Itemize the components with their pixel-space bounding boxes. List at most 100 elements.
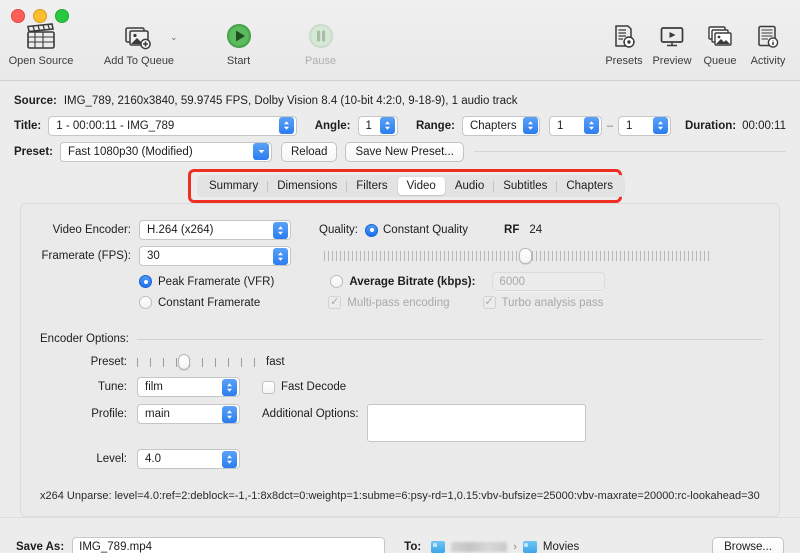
level-select[interactable]: 4.0 [137, 449, 240, 469]
presets-button[interactable]: Presets [600, 20, 648, 67]
range-start-select[interactable]: 1 [549, 116, 602, 136]
constant-quality-label: Constant Quality [383, 224, 468, 236]
save-as-input[interactable]: IMG_789.mp4 [72, 537, 385, 553]
constant-framerate-row: Constant Framerate Multi-pass encoding T… [37, 296, 763, 309]
breadcrumb-separator: › [513, 541, 517, 553]
activity-log-icon [755, 20, 781, 54]
range-end-value: 1 [626, 120, 632, 132]
queue-label: Queue [703, 55, 736, 67]
average-bitrate-radio[interactable] [330, 275, 343, 288]
constant-framerate-radio[interactable] [139, 296, 152, 309]
title-row: Title: 1 - 00:00:11 - IMG_789 Angle: 1 R… [14, 113, 786, 138]
x264-preset-slider-ticks [137, 358, 255, 367]
tab-dimensions[interactable]: Dimensions [268, 177, 346, 195]
tab-summary[interactable]: Summary [200, 177, 267, 195]
tab-filters-label: Filters [356, 180, 387, 192]
duration-label: Duration: [685, 120, 736, 132]
angle-select[interactable]: 1 [358, 116, 398, 136]
tab-subtitles[interactable]: Subtitles [494, 177, 556, 195]
tab-subtitles-label: Subtitles [503, 180, 547, 192]
peak-framerate-label: Peak Framerate (VFR) [158, 276, 274, 288]
tab-chapters-label: Chapters [566, 180, 613, 192]
angle-stepper-icon[interactable] [380, 117, 395, 134]
framerate-stepper-icon[interactable] [273, 248, 288, 265]
x264-preset-slider-thumb[interactable] [178, 354, 190, 370]
additional-options-input[interactable] [367, 404, 586, 442]
add-to-queue-icon [124, 20, 154, 54]
tab-video[interactable]: Video [398, 177, 445, 195]
add-to-queue-button[interactable]: Add To Queue [102, 20, 176, 67]
tab-dimensions-label: Dimensions [277, 180, 337, 192]
video-encoder-select[interactable]: H.264 (x264) [139, 220, 291, 240]
x264-preset-row: Preset: fast [37, 354, 763, 370]
profile-select[interactable]: main [137, 404, 240, 424]
tab-filters[interactable]: Filters [347, 177, 396, 195]
breadcrumb-movies-label: Movies [543, 541, 579, 553]
add-to-queue-chevron-down-icon[interactable]: ⌄ [170, 32, 178, 43]
queue-stack-icon [707, 20, 733, 54]
source-info-rows: Source: IMG_789, 2160x3840, 59.9745 FPS,… [0, 81, 800, 165]
preview-monitor-icon [659, 20, 685, 54]
presets-label: Presets [605, 55, 642, 67]
handbrake-window: Open Source Add To Queue [0, 0, 800, 553]
x264-preset-value: fast [266, 356, 285, 368]
save-as-value: IMG_789.mp4 [79, 541, 152, 553]
activity-button[interactable]: Activity [744, 20, 792, 67]
framerate-value: 30 [147, 250, 160, 262]
open-source-button[interactable]: Open Source [4, 20, 78, 67]
framerate-select[interactable]: 30 [139, 246, 291, 266]
tune-select[interactable]: film [137, 377, 240, 397]
range-end-select[interactable]: 1 [618, 116, 671, 136]
preset-chevron-down-icon[interactable] [253, 143, 269, 160]
range-type-stepper-icon[interactable] [523, 117, 538, 134]
preset-label: Preset: [14, 146, 53, 158]
tab-summary-label: Summary [209, 180, 258, 192]
title-select[interactable]: 1 - 00:00:11 - IMG_789 [48, 116, 296, 136]
title-value: 1 - 00:00:11 - IMG_789 [56, 120, 174, 132]
reload-button[interactable]: Reload [281, 142, 337, 162]
range-end-stepper-icon[interactable] [653, 117, 668, 134]
profile-stepper-icon[interactable] [222, 406, 237, 423]
rf-slider[interactable] [324, 248, 711, 264]
level-label: Level: [37, 453, 127, 465]
rf-slider-thumb[interactable] [519, 248, 532, 264]
range-start-value: 1 [557, 120, 563, 132]
range-dash: – [607, 120, 613, 132]
browse-button[interactable]: Browse... [712, 537, 784, 553]
tune-row: Tune: film Fast Decode [37, 377, 763, 397]
encoder-options-divider [137, 339, 763, 340]
constant-framerate-label: Constant Framerate [158, 297, 260, 309]
turbo-analysis-checkbox [483, 296, 496, 309]
tune-stepper-icon[interactable] [222, 379, 237, 396]
level-stepper-icon[interactable] [222, 451, 237, 468]
toolbar: Open Source Add To Queue [0, 0, 800, 81]
angle-label: Angle: [315, 120, 351, 132]
preset-select[interactable]: Fast 1080p30 (Modified) [60, 142, 272, 162]
fast-decode-checkbox[interactable] [262, 381, 275, 394]
video-encoder-stepper-icon[interactable] [273, 222, 288, 239]
start-button[interactable]: Start [202, 20, 276, 67]
folder-icon [523, 541, 537, 553]
breadcrumb-user-folder-redacted [451, 542, 507, 552]
destination-breadcrumb[interactable]: › Movies [431, 541, 579, 553]
constant-quality-radio[interactable] [365, 224, 378, 237]
preview-button[interactable]: Preview [648, 20, 696, 67]
level-row: Level: 4.0 [37, 449, 763, 469]
range-type-select[interactable]: Chapters [462, 116, 540, 136]
peak-framerate-radio[interactable] [139, 275, 152, 288]
x264-preset-slider[interactable] [137, 354, 255, 370]
profile-row: Profile: main Additional Options: [37, 404, 763, 442]
level-value: 4.0 [145, 453, 161, 465]
play-icon [224, 20, 254, 54]
range-start-stepper-icon[interactable] [584, 117, 599, 134]
tab-audio[interactable]: Audio [446, 177, 493, 195]
tab-chapters[interactable]: Chapters [557, 177, 622, 195]
video-settings-panel: Video Encoder: H.264 (x264) Quality: Con… [20, 203, 780, 517]
average-bitrate-input[interactable]: 6000 [492, 272, 605, 291]
queue-button[interactable]: Queue [696, 20, 744, 67]
average-bitrate-label: Average Bitrate (kbps): [349, 276, 475, 288]
preset-row-divider [474, 151, 786, 152]
save-new-preset-button[interactable]: Save New Preset... [345, 142, 463, 162]
x264-preset-label: Preset: [37, 356, 127, 368]
title-stepper-icon[interactable] [279, 117, 294, 134]
